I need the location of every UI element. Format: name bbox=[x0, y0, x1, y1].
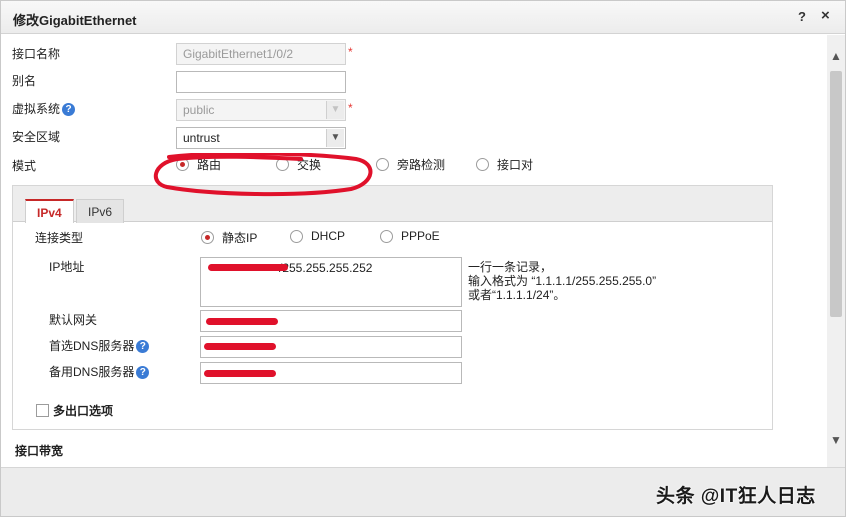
ip-settings-panel: IPv4 IPv6 连接类型 静态IP DHCP PPPoE IP地址 /255… bbox=[12, 185, 773, 430]
conn-radio-dhcp[interactable]: DHCP bbox=[290, 229, 345, 243]
required-mark: * bbox=[348, 45, 353, 59]
security-zone-value: untrust bbox=[183, 131, 220, 145]
mode-radio-pair[interactable]: 接口对 bbox=[476, 156, 533, 173]
secondary-dns-label-text: 备用DNS服务器 bbox=[49, 365, 135, 379]
connection-type-label: 连接类型 bbox=[35, 231, 84, 245]
ip-format-hint: 一行一条记录， 输入格式为 “1.1.1.1/255.255.255.0” 或者… bbox=[468, 260, 656, 302]
required-mark: * bbox=[348, 101, 353, 115]
default-gateway-label: 默认网关 bbox=[49, 313, 98, 327]
close-button[interactable]: × bbox=[821, 7, 830, 24]
alias-input[interactable] bbox=[176, 71, 346, 93]
virtual-system-label: 虚拟系统? bbox=[12, 100, 76, 117]
conn-option-label: 静态IP bbox=[222, 231, 258, 245]
redaction-mark bbox=[204, 370, 276, 377]
security-zone-label: 安全区域 bbox=[12, 130, 61, 144]
dialog-title: 修改GigabitEthernet bbox=[13, 13, 137, 28]
radio-checked-icon bbox=[201, 231, 214, 244]
radio-icon bbox=[476, 158, 489, 171]
hint-line: 输入格式为 “1.1.1.1/255.255.255.0” bbox=[468, 274, 657, 288]
hint-line: 或者“1.1.1.1/24”。 bbox=[468, 288, 566, 302]
ip-address-label: IP地址 bbox=[49, 260, 85, 274]
ip-tabstrip: IPv4 IPv6 bbox=[13, 186, 772, 223]
primary-dns-label-text: 首选DNS服务器 bbox=[49, 339, 135, 353]
redaction-mark bbox=[206, 318, 278, 325]
radio-icon bbox=[380, 229, 393, 243]
primary-dns-label: 首选DNS服务器? bbox=[49, 337, 150, 354]
conn-radio-pppoe[interactable]: PPPoE bbox=[380, 229, 440, 243]
chevron-down-icon[interactable]: ▼ bbox=[326, 129, 344, 147]
interface-name-label: 接口名称 bbox=[12, 47, 61, 61]
hint-line: 一行一条记录， bbox=[468, 260, 553, 274]
virtual-system-value: public bbox=[183, 103, 215, 117]
redaction-mark bbox=[204, 343, 276, 350]
virtual-system-label-text: 虚拟系统 bbox=[12, 102, 61, 116]
interface-name-field: GigabitEthernet1/0/2 bbox=[176, 43, 346, 65]
redaction-mark bbox=[208, 264, 288, 271]
scroll-down-icon[interactable]: ▼ bbox=[827, 433, 845, 451]
tab-ipv6[interactable]: IPv6 bbox=[76, 199, 125, 223]
mode-option-label: 接口对 bbox=[497, 158, 534, 172]
bandwidth-section-title: 接口带宽 bbox=[15, 444, 64, 458]
radio-icon bbox=[290, 229, 303, 243]
scrollbar-thumb[interactable] bbox=[830, 71, 842, 317]
mode-option-label: 旁路检测 bbox=[397, 158, 446, 172]
multi-exit-checkbox[interactable]: 多出口选项 bbox=[36, 402, 113, 419]
multi-exit-label: 多出口选项 bbox=[53, 404, 114, 418]
virtual-system-select: public ▼ bbox=[176, 99, 346, 121]
conn-radio-static[interactable]: 静态IP bbox=[201, 229, 257, 246]
help-icon[interactable]: ? bbox=[62, 103, 76, 117]
vertical-scrollbar[interactable]: ▲ ▼ bbox=[827, 35, 845, 467]
conn-option-label: PPPoE bbox=[401, 229, 440, 243]
scroll-up-icon[interactable]: ▲ bbox=[827, 49, 845, 67]
secondary-dns-label: 备用DNS服务器? bbox=[49, 363, 150, 380]
help-icon[interactable]: ? bbox=[136, 366, 150, 380]
dialog-content: 接口名称 GigabitEthernet1/0/2 * 别名 虚拟系统? pub… bbox=[1, 35, 827, 467]
mode-radio-bypass[interactable]: 旁路检测 bbox=[376, 156, 445, 173]
alias-label: 别名 bbox=[12, 74, 37, 88]
mode-label: 模式 bbox=[12, 159, 37, 173]
conn-option-label: DHCP bbox=[311, 229, 346, 243]
checkbox-icon bbox=[36, 404, 49, 417]
dialog-titlebar: 修改GigabitEthernet ? × bbox=[1, 1, 845, 34]
edit-interface-dialog: 修改GigabitEthernet ? × 接口名称 GigabitEthern… bbox=[0, 0, 846, 517]
help-icon[interactable]: ? bbox=[136, 340, 150, 354]
watermark-text: 头条 @IT狂人日志 bbox=[656, 486, 816, 507]
help-button[interactable]: ? bbox=[798, 9, 806, 24]
tab-ipv4[interactable]: IPv4 bbox=[25, 199, 74, 223]
security-zone-select[interactable]: untrust ▼ bbox=[176, 127, 346, 149]
red-circle-annotation bbox=[153, 153, 373, 197]
chevron-down-icon: ▼ bbox=[326, 101, 344, 119]
